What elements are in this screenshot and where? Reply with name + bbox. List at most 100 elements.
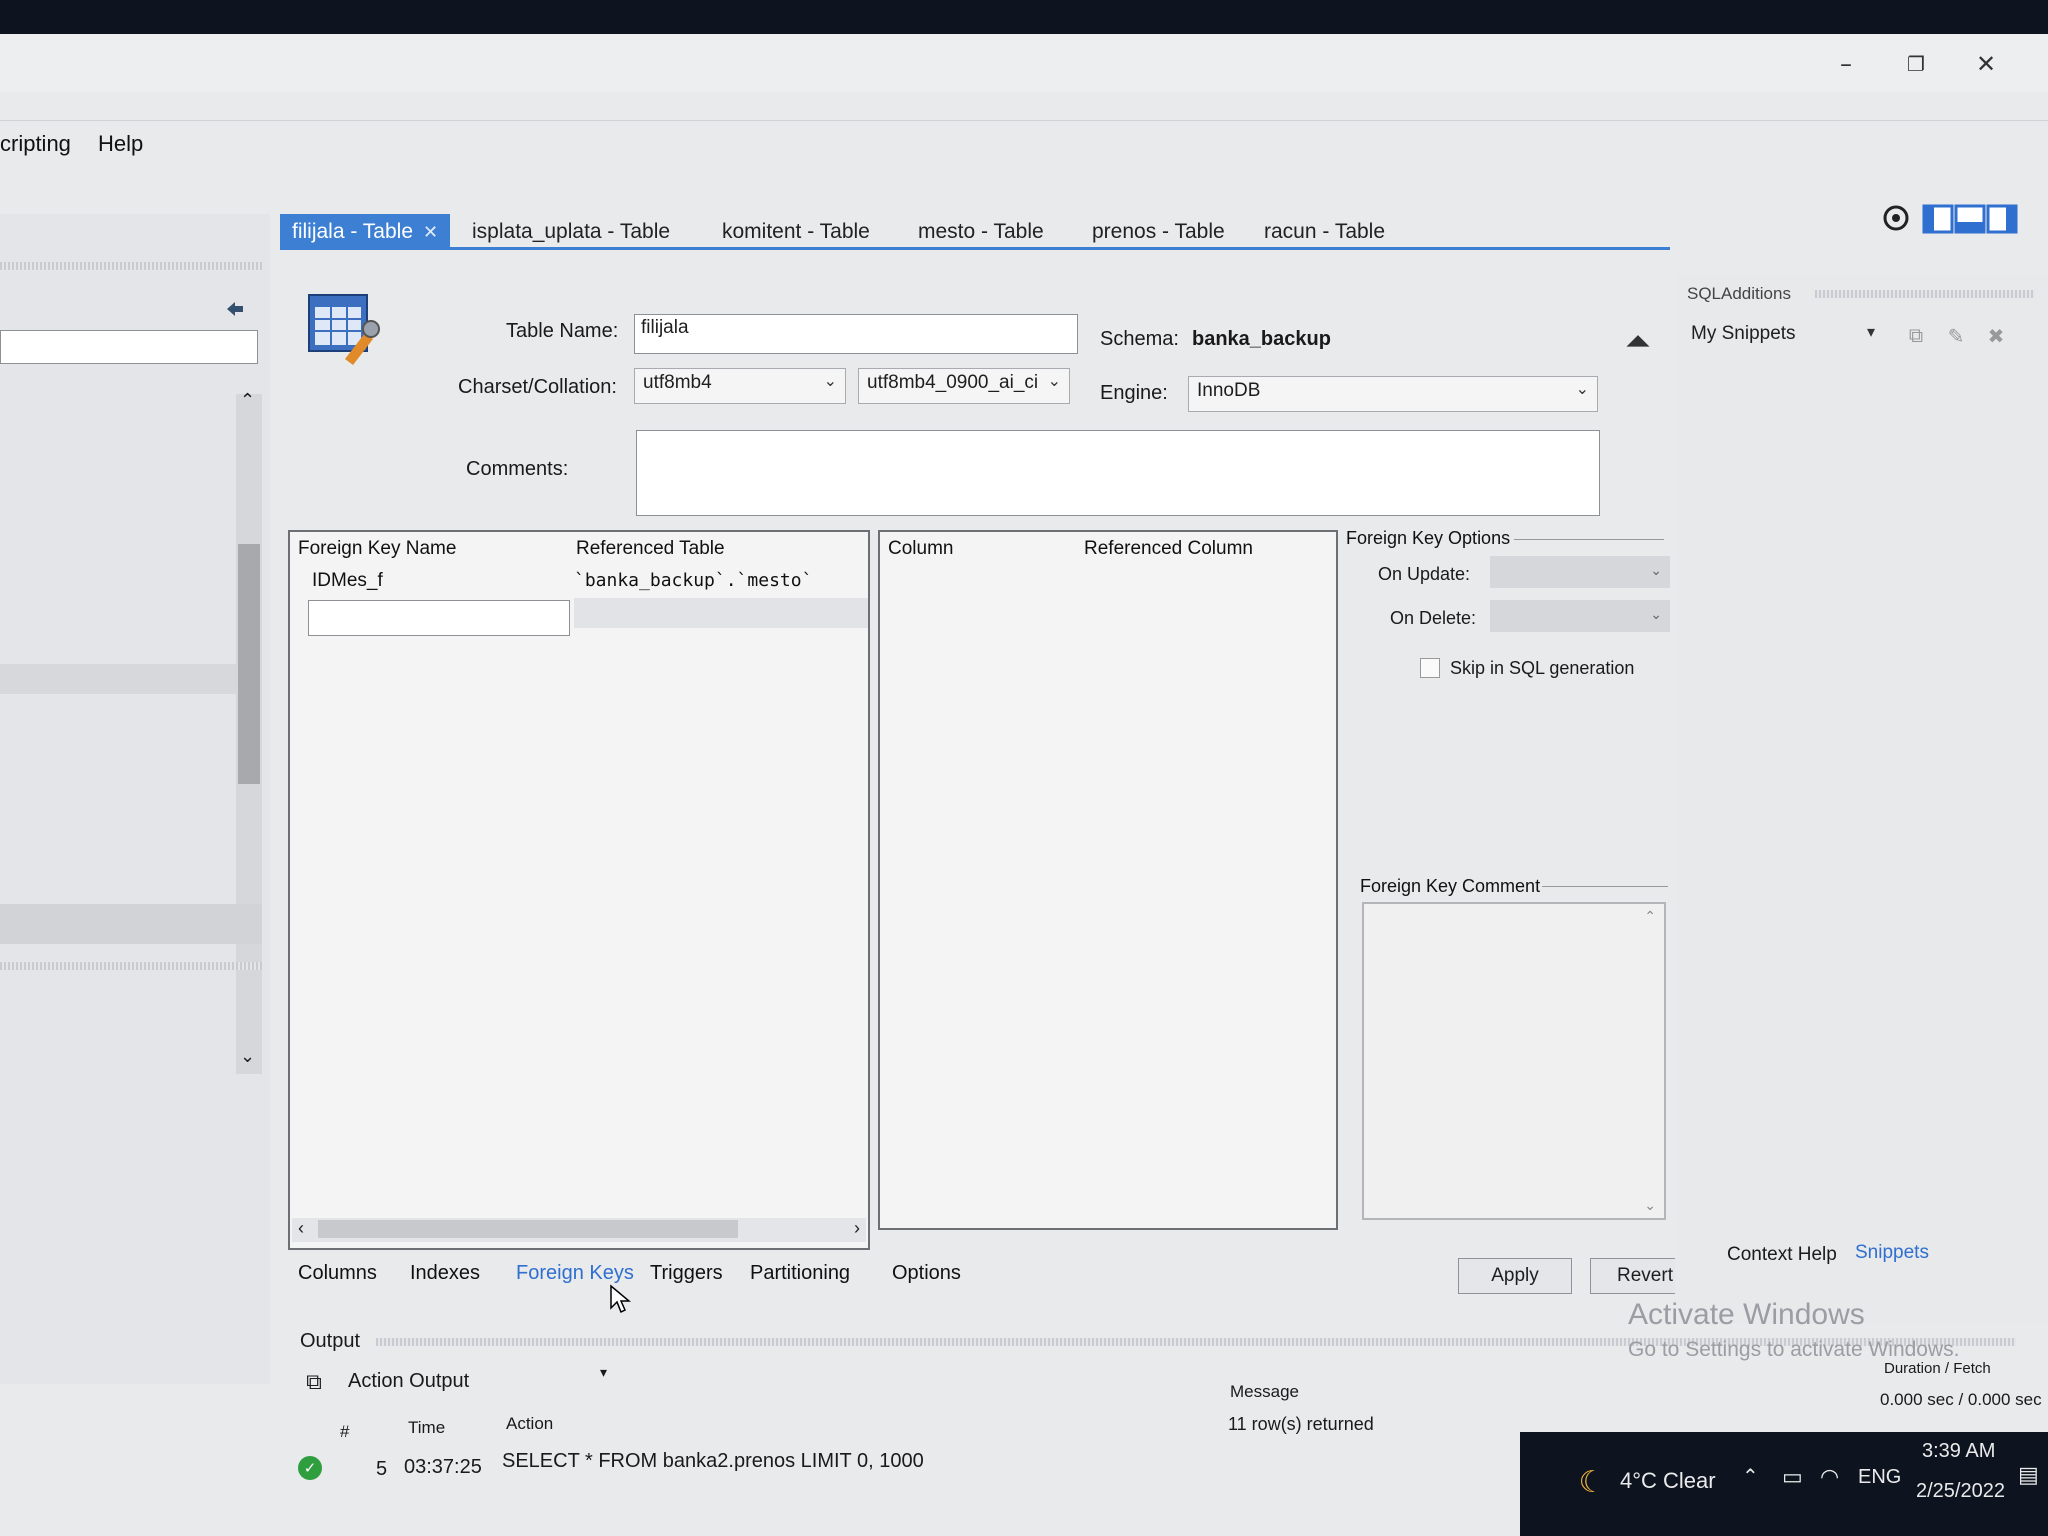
col-duration-header[interactable]: Duration / Fetch <box>1884 1360 1991 1377</box>
charset-select[interactable]: utf8mb4 ⌄ <box>634 368 846 404</box>
scrollbar-thumb[interactable] <box>318 1220 738 1238</box>
tab-isplata-uplata[interactable]: isplata_uplata - Table <box>460 214 682 250</box>
col-action-header[interactable]: Action <box>506 1414 553 1434</box>
skip-sql-checkbox[interactable] <box>1420 658 1440 678</box>
scroll-left-icon[interactable]: ‹ <box>298 1218 304 1239</box>
menu-help[interactable]: Help <box>98 131 143 157</box>
tab-racun[interactable]: racun - Table <box>1252 214 1397 250</box>
tab-foreign-keys[interactable]: Foreign Keys <box>516 1262 634 1285</box>
tab-context-help[interactable]: Context Help <box>1727 1244 1837 1266</box>
scroll-up-icon[interactable]: ⌃ <box>1644 908 1656 925</box>
tab-snippets[interactable]: Snippets <box>1855 1242 1929 1264</box>
language-indicator[interactable]: ENG <box>1858 1466 1901 1489</box>
moon-weather-icon[interactable]: ☾ <box>1576 1466 1608 1499</box>
tab-komitent[interactable]: komitent - Table <box>710 214 882 250</box>
chevron-down-icon: ⌄ <box>1575 381 1589 398</box>
close-window-button[interactable]: ✕ <box>1966 50 2006 78</box>
fk-options-title: Foreign Key Options <box>1346 528 1511 548</box>
tab-partitioning[interactable]: Partitioning <box>750 1262 850 1285</box>
clock-date[interactable]: 2/25/2022 <box>1916 1480 2005 1503</box>
menu-scripting[interactable]: cripting <box>0 131 71 157</box>
minimize-button[interactable]: – <box>1826 50 1866 78</box>
sidebar-scrollbar[interactable]: ⌃ ⌄ <box>236 390 262 1074</box>
scrollbar-thumb[interactable] <box>238 544 260 784</box>
column-header[interactable]: Column <box>888 538 953 560</box>
schema-label: Schema: <box>1100 328 1179 350</box>
tab-mesto[interactable]: mesto - Table <box>906 214 1056 250</box>
table-name-label: Table Name: <box>506 320 619 342</box>
schema-filter-input[interactable] <box>0 330 258 364</box>
title-bar: – ❐ ✕ <box>0 34 2048 92</box>
tab-filijala[interactable]: filijala - Table ✕ <box>280 214 451 250</box>
table-name-input[interactable]: filijala <box>634 314 1078 354</box>
comments-textarea[interactable] <box>636 430 1600 516</box>
collation-select[interactable]: utf8mb4_0900_ai_ci ⌄ <box>858 368 1070 404</box>
layout-toolbar <box>1880 202 2030 241</box>
mysql-workbench-window: – ❐ ✕ cripting Help ⌃ ⌄ filijala - Table… <box>0 34 2048 1536</box>
chevron-down-icon[interactable]: ▾ <box>600 1364 607 1381</box>
row-duration: 0.000 sec / 0.000 sec <box>1880 1390 2042 1409</box>
horizontal-scrollbar[interactable]: ‹ › <box>292 1218 866 1242</box>
scroll-right-icon[interactable]: › <box>854 1218 860 1239</box>
sidebar-divider-2 <box>0 962 262 970</box>
referenced-table-header[interactable]: Referenced Table <box>576 538 725 560</box>
tab-options[interactable]: Options <box>892 1262 961 1285</box>
referenced-column-header[interactable]: Referenced Column <box>1084 538 1253 560</box>
engine-label: Engine: <box>1100 382 1168 404</box>
output-type-select[interactable]: Action Output <box>348 1370 469 1393</box>
close-tab-icon[interactable]: ✕ <box>423 222 438 242</box>
on-delete-label: On Delete: <box>1390 608 1477 628</box>
notification-icon[interactable]: ▤ <box>2018 1462 2039 1488</box>
tab-indexes[interactable]: Indexes <box>410 1262 480 1285</box>
row-action: SELECT * FROM banka2.prenos LIMIT 0, 100… <box>502 1450 924 1472</box>
sidebar-section-header <box>0 904 262 944</box>
insert-snippet-icon[interactable]: ⧉ <box>1901 322 1931 350</box>
delete-snippet-icon[interactable]: ✖ <box>1981 322 2011 350</box>
row-time: 03:37:25 <box>404 1456 482 1478</box>
engine-value: InnoDB <box>1197 380 1261 401</box>
chevron-up-icon[interactable]: ⌃ <box>1742 1464 1759 1489</box>
battery-icon[interactable]: ▭ <box>1782 1464 1803 1490</box>
row-num: 5 <box>376 1458 388 1480</box>
fk-column-mapping: Column Referenced Column <box>878 530 1338 1230</box>
collapse-header-icon[interactable]: ⏶ <box>1618 322 1658 362</box>
layout-toggle-icons[interactable] <box>1880 202 2030 236</box>
scroll-down-icon[interactable]: ⌄ <box>1644 1197 1656 1214</box>
navigator-sidebar: ⌃ ⌄ <box>0 214 270 1384</box>
apply-button[interactable]: Apply <box>1458 1258 1572 1294</box>
tab-prenos[interactable]: prenos - Table <box>1080 214 1237 250</box>
sql-additions-title: SQLAdditions <box>1687 284 1791 303</box>
new-fk-name-input[interactable] <box>308 600 570 636</box>
fk-name-cell[interactable]: IDMes_f <box>312 570 383 592</box>
refresh-icon[interactable] <box>222 298 248 320</box>
table-row[interactable]: IDMes_f `banka_backup`.`mesto` <box>290 568 868 598</box>
scroll-up-icon[interactable]: ⌃ <box>240 390 255 411</box>
tab-columns[interactable]: Columns <box>298 1262 377 1285</box>
weather-text[interactable]: 4°C Clear <box>1620 1468 1716 1494</box>
fieldset-line <box>1514 539 1664 540</box>
col-message-header[interactable]: Message <box>1230 1382 1299 1402</box>
fk-name-header[interactable]: Foreign Key Name <box>298 538 456 560</box>
clock-time[interactable]: 3:39 AM <box>1922 1440 1995 1463</box>
sql-additions-pane: SQLAdditions My Snippets ▾ ⧉ ✎ ✖ Context … <box>1675 274 2048 1374</box>
chevron-down-icon: ⌄ <box>1650 562 1662 578</box>
new-row-cell[interactable] <box>574 598 868 628</box>
on-delete-select[interactable]: ⌄ <box>1490 600 1670 632</box>
sidebar-divider <box>0 262 262 270</box>
col-num-header[interactable]: # <box>340 1422 349 1442</box>
sidebar-selected-row[interactable] <box>0 664 236 694</box>
fk-comment-textarea[interactable]: ⌃ ⌄ <box>1362 902 1666 1220</box>
engine-select[interactable]: InnoDB ⌄ <box>1188 376 1598 412</box>
collation-value: utf8mb4_0900_ai_ci <box>867 372 1039 393</box>
referenced-table-cell[interactable]: `banka_backup`.`mesto` <box>574 570 812 591</box>
col-time-header[interactable]: Time <box>408 1418 445 1438</box>
tab-triggers[interactable]: Triggers <box>650 1262 723 1285</box>
scroll-down-icon[interactable]: ⌄ <box>240 1046 255 1067</box>
on-update-select[interactable]: ⌄ <box>1490 556 1670 588</box>
snippets-select-value: My Snippets <box>1691 323 1796 344</box>
restore-button[interactable]: ❐ <box>1896 50 1936 78</box>
snippets-select[interactable]: My Snippets ▾ <box>1683 320 1883 352</box>
copy-icon[interactable]: ⧉ <box>300 1368 328 1396</box>
wifi-icon[interactable]: ◠ <box>1820 1464 1839 1490</box>
replace-snippet-icon[interactable]: ✎ <box>1941 322 1971 350</box>
